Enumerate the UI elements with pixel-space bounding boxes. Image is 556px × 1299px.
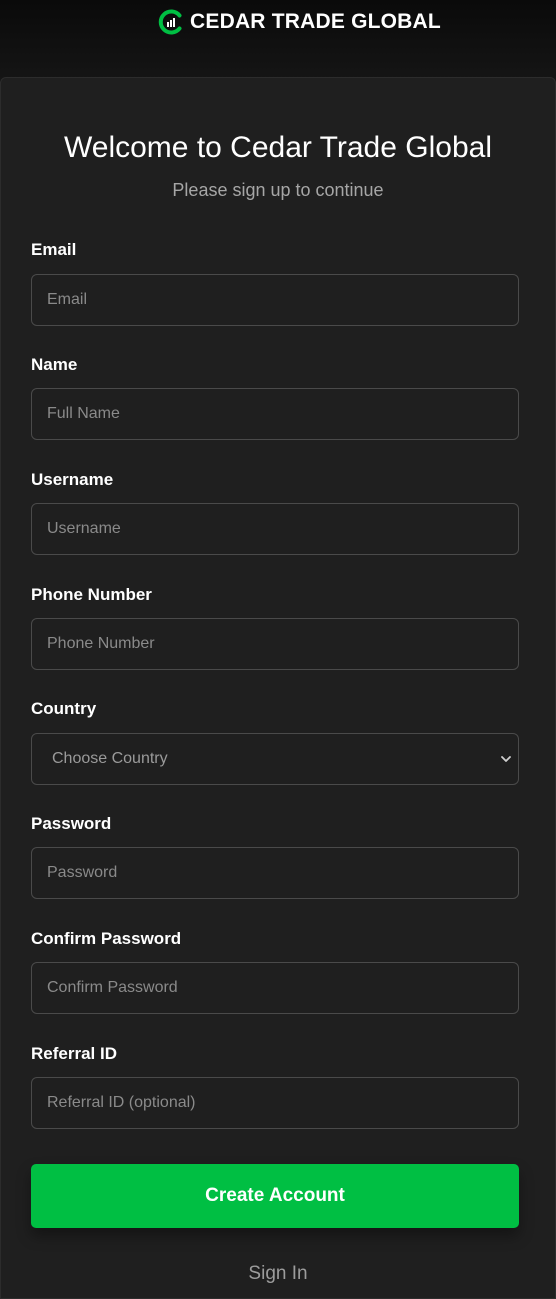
page-subtitle: Please sign up to continue xyxy=(172,180,384,200)
phone-label: Phone Number xyxy=(31,585,152,604)
country-label: Country xyxy=(31,699,97,718)
name-label: Name xyxy=(31,355,78,374)
country-select-value: Choose Country xyxy=(52,750,168,767)
username-field[interactable] xyxy=(31,503,519,555)
brand-name: CEDAR TRADE GLOBAL xyxy=(190,10,441,33)
sign-in-link[interactable]: Sign In xyxy=(0,1262,556,1286)
create-account-button[interactable]: Create Account xyxy=(31,1164,519,1228)
top-bar: CEDAR TRADE GLOBAL xyxy=(0,0,556,80)
username-label: Username xyxy=(31,470,114,489)
referral-field[interactable] xyxy=(31,1077,519,1129)
phone-field[interactable] xyxy=(31,618,519,670)
password-label: Password xyxy=(31,814,112,833)
confirm-password-label: Confirm Password xyxy=(31,929,182,948)
password-field[interactable] xyxy=(31,847,519,899)
name-field[interactable] xyxy=(31,388,519,440)
page-title: Welcome to Cedar Trade Global xyxy=(64,131,492,164)
country-select[interactable]: Choose Country xyxy=(31,733,519,785)
chevron-down-icon xyxy=(501,756,511,762)
chart-circle-logo-icon xyxy=(158,9,182,35)
confirm-password-field[interactable] xyxy=(31,962,519,1014)
brand[interactable]: CEDAR TRADE GLOBAL xyxy=(158,9,441,35)
email-label: Email xyxy=(31,240,77,259)
referral-label: Referral ID xyxy=(31,1044,117,1063)
email-field[interactable] xyxy=(31,274,519,326)
